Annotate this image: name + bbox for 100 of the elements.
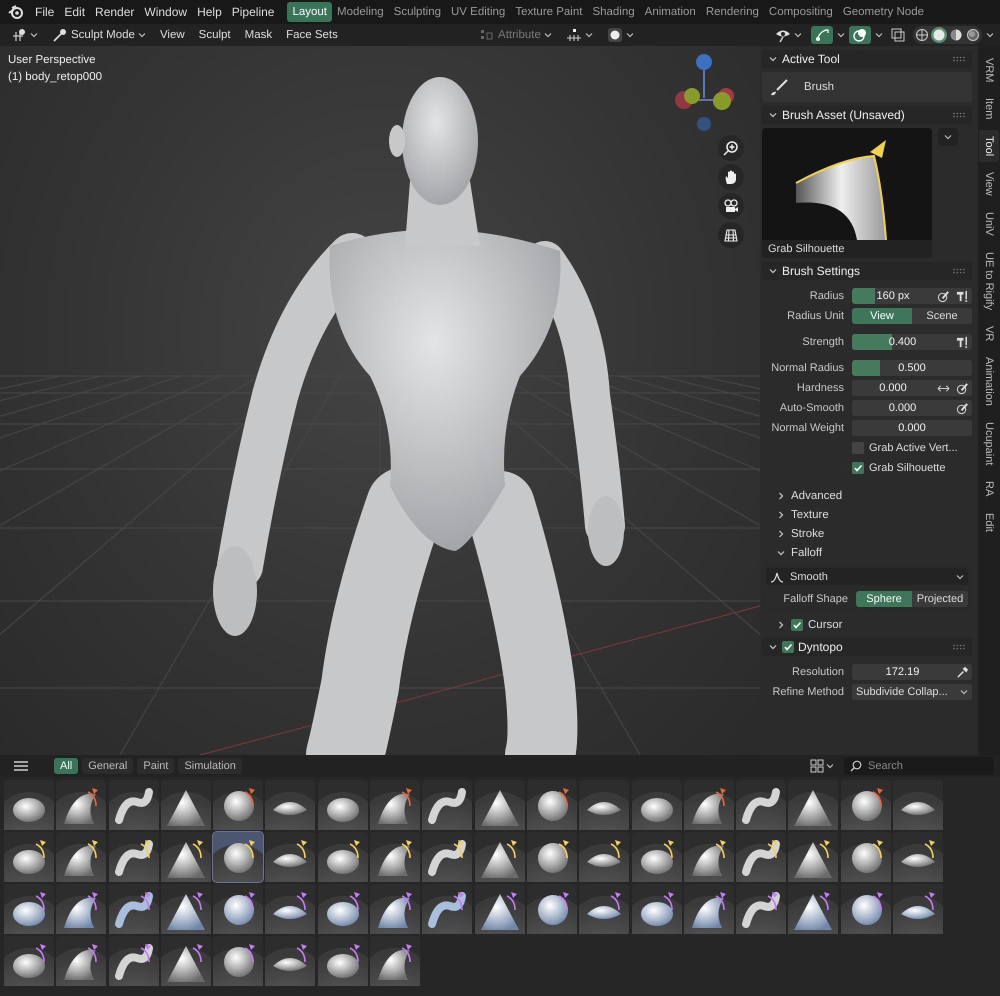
brush-thumbnail[interactable] bbox=[108, 832, 159, 882]
brush-thumbnail[interactable] bbox=[788, 832, 838, 882]
panel-header[interactable]: Active Tool bbox=[762, 50, 972, 68]
brush-thumbnail[interactable] bbox=[632, 884, 682, 934]
brush-thumbnail[interactable] bbox=[213, 832, 264, 882]
brush-thumbnail[interactable] bbox=[893, 780, 944, 830]
brush-thumbnail[interactable] bbox=[108, 884, 159, 934]
menu-item[interactable]: Window bbox=[139, 5, 192, 19]
brush-thumbnail[interactable] bbox=[684, 780, 734, 830]
menu-item[interactable]: Render bbox=[90, 5, 140, 19]
brush-preview[interactable]: Grab Silhouette bbox=[762, 128, 932, 258]
menu-icon[interactable] bbox=[12, 759, 30, 773]
sidebar-tab[interactable]: UE to Rigify bbox=[979, 246, 999, 316]
unified-setting-icon[interactable] bbox=[956, 290, 969, 302]
falloff-curve-dropdown[interactable]: Smooth bbox=[766, 568, 968, 585]
brush-thumbnail[interactable] bbox=[526, 884, 577, 934]
subpanel-header[interactable]: Stroke bbox=[762, 524, 972, 543]
workspace-tab[interactable]: Rendering bbox=[700, 2, 764, 22]
brush-thumbnail[interactable] bbox=[526, 780, 577, 830]
workspace-tab[interactable]: UV Editing bbox=[446, 2, 510, 22]
brush-thumbnail[interactable] bbox=[526, 832, 577, 882]
brush-thumbnail[interactable] bbox=[56, 884, 106, 934]
pen-pressure-icon[interactable] bbox=[956, 382, 969, 394]
brush-thumbnail[interactable] bbox=[370, 884, 420, 934]
menu-item[interactable]: File bbox=[30, 5, 60, 19]
workspace-tab[interactable]: Shading bbox=[587, 2, 640, 22]
sidebar-tab[interactable]: Item bbox=[979, 92, 999, 126]
segment-option[interactable]: View bbox=[852, 308, 912, 324]
overlay-toggle[interactable] bbox=[849, 26, 871, 44]
checkbox[interactable] bbox=[852, 442, 864, 454]
brush-thumbnail[interactable] bbox=[579, 832, 630, 882]
subpanel-header[interactable]: Cursor bbox=[762, 615, 972, 634]
subpanel-header[interactable]: Texture bbox=[762, 505, 972, 524]
brush-thumbnail[interactable] bbox=[893, 884, 944, 934]
eyedropper-icon[interactable] bbox=[956, 666, 969, 678]
brush-thumbnail[interactable] bbox=[265, 832, 316, 882]
brush-thumbnail[interactable] bbox=[370, 936, 420, 986]
brush-thumbnail[interactable] bbox=[160, 780, 211, 830]
workspace-tab[interactable]: Modeling bbox=[332, 2, 389, 22]
brush-thumbnail[interactable] bbox=[160, 832, 211, 882]
brush-thumbnail[interactable] bbox=[579, 884, 630, 934]
brush-thumbnail[interactable] bbox=[108, 936, 159, 986]
brush-thumbnail[interactable] bbox=[422, 884, 472, 934]
workspace-tab[interactable]: Sculpting bbox=[388, 2, 446, 22]
brush-thumbnail[interactable] bbox=[213, 780, 264, 830]
sidebar-tab[interactable]: Edit bbox=[979, 506, 999, 538]
brush-thumbnail[interactable] bbox=[265, 780, 316, 830]
segment-option[interactable]: Sphere bbox=[856, 591, 912, 607]
brush-thumbnail[interactable] bbox=[265, 936, 316, 986]
brush-thumbnail[interactable] bbox=[474, 780, 525, 830]
brush-thumbnail[interactable] bbox=[56, 832, 106, 882]
brush-thumbnail[interactable] bbox=[318, 832, 368, 882]
segment-option[interactable]: Projected bbox=[912, 591, 968, 607]
checkbox-option[interactable]: Grab Silhouette bbox=[852, 462, 946, 474]
sidebar-tab[interactable]: UniV bbox=[979, 206, 999, 242]
shelf-tab[interactable]: Paint bbox=[137, 758, 174, 774]
menu-item[interactable]: Help bbox=[192, 5, 227, 19]
brush-thumbnail[interactable] bbox=[370, 780, 420, 830]
brush-thumbnail[interactable] bbox=[4, 884, 54, 934]
brush-thumbnail[interactable] bbox=[422, 780, 472, 830]
header-menu[interactable]: Mask bbox=[240, 27, 278, 43]
sidebar-tab[interactable]: VR bbox=[979, 320, 999, 347]
app-logo[interactable] bbox=[8, 4, 24, 20]
grid-view-button[interactable] bbox=[718, 222, 744, 248]
workspace-tab[interactable]: Layout bbox=[287, 2, 332, 22]
brush-thumbnail[interactable] bbox=[474, 884, 525, 934]
checkbox[interactable] bbox=[852, 462, 864, 474]
subpanel-header[interactable]: Falloff bbox=[762, 543, 972, 562]
shading-mode-button[interactable] bbox=[965, 27, 981, 43]
checkbox[interactable] bbox=[782, 641, 794, 653]
brush-thumbnail[interactable] bbox=[736, 832, 786, 882]
sidebar-tab[interactable]: Animation bbox=[979, 350, 999, 412]
shelf-tab[interactable]: All bbox=[54, 758, 78, 774]
dropdown-field[interactable]: Subdivide Collap... bbox=[852, 684, 972, 700]
pan-button[interactable] bbox=[718, 164, 744, 190]
preview-dropdown-button[interactable] bbox=[938, 128, 958, 146]
subpanel-header[interactable]: Advanced bbox=[762, 486, 972, 505]
brush-thumbnail[interactable] bbox=[4, 936, 54, 986]
header-menu[interactable]: Face Sets bbox=[281, 27, 343, 43]
workspace-tab[interactable]: Animation bbox=[640, 2, 701, 22]
camera-button[interactable] bbox=[718, 193, 744, 219]
workspace-tab[interactable]: Compositing bbox=[764, 2, 838, 22]
header-menu[interactable]: View bbox=[154, 27, 190, 43]
brush-thumbnail[interactable] bbox=[56, 936, 106, 986]
checkbox-option[interactable]: Grab Active Vert... bbox=[852, 442, 958, 454]
workspace-tab[interactable]: Geometry Node bbox=[838, 2, 929, 22]
header-menu[interactable]: Sculpt bbox=[194, 27, 236, 43]
menu-item[interactable]: Pipeline bbox=[226, 5, 280, 19]
brush-thumbnail[interactable] bbox=[736, 884, 786, 934]
menu-item[interactable]: Edit bbox=[59, 5, 90, 19]
brush-thumbnail[interactable] bbox=[213, 884, 264, 934]
brush-thumbnail[interactable] bbox=[108, 780, 159, 830]
mode-dropdown[interactable]: Sculpt Mode bbox=[47, 25, 151, 45]
sidebar-tab[interactable]: View bbox=[979, 166, 999, 202]
unified-setting-icon[interactable] bbox=[956, 336, 969, 348]
sidebar-tab[interactable]: Ucupaint bbox=[979, 416, 999, 472]
brush-thumbnail[interactable] bbox=[840, 780, 891, 830]
search-field[interactable]: Search bbox=[844, 757, 994, 775]
brush-thumbnail[interactable] bbox=[4, 832, 54, 882]
brush-thumbnail[interactable] bbox=[422, 832, 472, 882]
